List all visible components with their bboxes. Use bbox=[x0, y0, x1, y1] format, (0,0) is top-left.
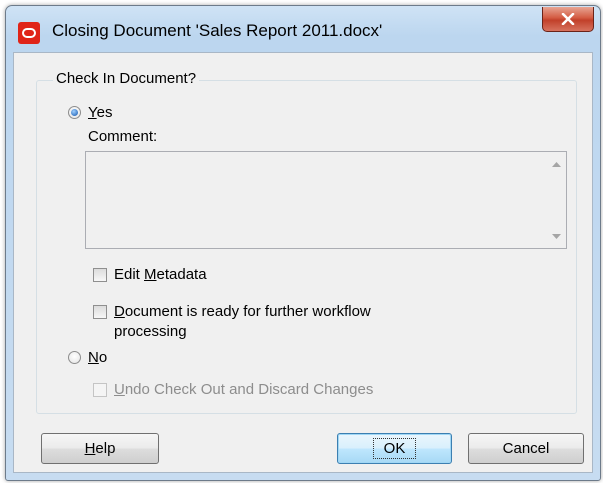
edit-metadata-label[interactable]: Edit Metadata bbox=[114, 266, 207, 283]
oracle-logo-icon bbox=[18, 22, 40, 44]
close-x-icon bbox=[561, 13, 575, 25]
window-title: Closing Document 'Sales Report 2011.docx… bbox=[52, 21, 383, 40]
undo-checkout-checkbox bbox=[93, 383, 107, 397]
workflow-ready-label[interactable]: Document is ready for further workflow bbox=[114, 303, 371, 320]
ok-button-label: OK bbox=[372, 438, 417, 459]
comment-label: Comment: bbox=[88, 128, 158, 145]
dialog-window: Closing Document 'Sales Report 2011.docx… bbox=[5, 5, 601, 481]
workflow-ready-label-line2[interactable]: processing bbox=[114, 323, 187, 340]
scroll-up-arrow-icon[interactable] bbox=[548, 156, 564, 172]
scroll-down-arrow-icon[interactable] bbox=[548, 228, 564, 244]
yes-radio[interactable] bbox=[68, 106, 81, 119]
comment-textarea[interactable] bbox=[85, 151, 567, 249]
no-radio[interactable] bbox=[68, 351, 81, 364]
edit-metadata-checkbox[interactable] bbox=[93, 268, 107, 282]
title-bar[interactable]: Closing Document 'Sales Report 2011.docx… bbox=[6, 6, 600, 52]
yes-label[interactable]: Yes bbox=[88, 104, 112, 121]
ok-button[interactable]: OK bbox=[337, 433, 452, 464]
group-title: Check In Document? bbox=[53, 70, 200, 87]
help-button[interactable]: Help bbox=[41, 433, 159, 464]
cancel-button[interactable]: Cancel bbox=[468, 433, 584, 464]
dialog-body: Check In Document? Yes Comment: Edit Met… bbox=[13, 52, 593, 473]
workflow-ready-checkbox[interactable] bbox=[93, 305, 107, 319]
undo-checkout-label: Undo Check Out and Discard Changes bbox=[114, 381, 374, 398]
no-label[interactable]: No bbox=[88, 349, 107, 366]
close-button[interactable] bbox=[542, 7, 594, 32]
